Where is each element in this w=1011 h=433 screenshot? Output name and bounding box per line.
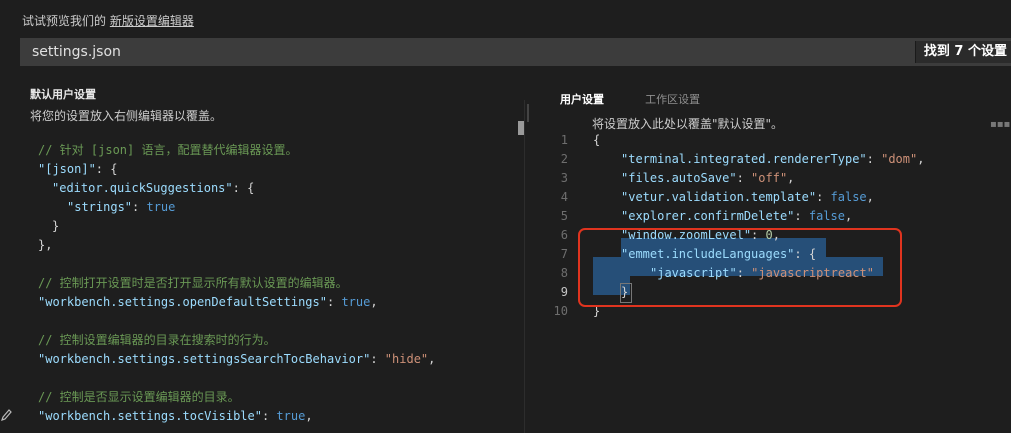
line-number: 9 (560, 285, 568, 299)
json-key: "files.autoSave" (621, 171, 737, 185)
json-punct: : { (232, 181, 255, 195)
json-value: false (830, 190, 867, 204)
code-line[interactable]: "strings": true (67, 198, 175, 217)
line-number: 3 (560, 171, 568, 185)
json-value: true (146, 200, 176, 214)
settings-tabs: 用户设置 工作区设置 (560, 88, 736, 107)
json-key: "[json]" (38, 162, 96, 176)
settings-search-bar: 找到 7 个设置 (20, 38, 1011, 66)
code-line[interactable]: "workbench.settings.settingsSearchTocBeh… (38, 350, 435, 369)
json-key: "editor.quickSuggestions" (52, 181, 233, 195)
json-punct: : (370, 352, 385, 366)
code-line[interactable]: "vetur.validation.template": false, (621, 188, 874, 207)
overflow-indicator: ▪▪▪ (990, 119, 1011, 130)
tab-user-settings[interactable]: 用户设置 (560, 91, 604, 107)
default-settings-description: 将您的设置放入右侧编辑器以覆盖。 (30, 109, 223, 123)
json-punct: : (261, 409, 277, 423)
line-number: 1 (560, 133, 568, 147)
code-comment: // 控制打开设置时是否打开显示所有默认设置的编辑器。 (38, 276, 348, 290)
tab-workspace-settings[interactable]: 工作区设置 (645, 91, 700, 107)
json-punct: : { (95, 162, 118, 176)
json-punct: : (816, 190, 831, 204)
json-punct: , (917, 152, 925, 166)
line-number: 5 (560, 209, 568, 223)
json-key: "workbench.settings.tocVisible" (38, 409, 262, 423)
json-punct: : (132, 200, 147, 214)
json-value: "hide" (384, 352, 429, 366)
json-punct: : (866, 152, 882, 166)
json-key: "strings" (67, 200, 133, 214)
preview-notice: 试试预览我们的 新版设置编辑器 (22, 12, 194, 29)
json-key: "explorer.confirmDelete" (621, 209, 795, 223)
code-comment: // 控制是否显示设置编辑器的目录。 (38, 390, 240, 404)
notice-text: 试试预览我们的 (22, 14, 107, 28)
json-punct: , (428, 352, 436, 366)
code-line[interactable]: "workbench.settings.openDefaultSettings"… (38, 293, 378, 312)
line-number: 4 (560, 190, 568, 204)
search-result-count: 找到 7 个设置 (914, 41, 1011, 63)
json-punct: : (736, 171, 752, 185)
pane-divider (524, 100, 525, 433)
new-settings-editor-link[interactable]: 新版设置编辑器 (110, 14, 194, 28)
json-key: "terminal.integrated.rendererType" (621, 152, 867, 166)
json-value: false (808, 209, 845, 223)
code-brace: } (52, 219, 60, 233)
json-punct: , (370, 295, 378, 309)
json-punct: , (844, 209, 853, 223)
json-punct: , (787, 171, 795, 185)
code-comment: // 控制设置编辑器的目录在搜索时的行为。 (38, 333, 276, 347)
line-number: 6 (560, 228, 568, 242)
json-value: "dom" (881, 152, 918, 166)
pencil-icon[interactable] (0, 408, 12, 422)
code-line[interactable]: "editor.quickSuggestions": { (52, 179, 254, 198)
settings-search-input[interactable] (20, 38, 900, 66)
json-value: true (341, 295, 371, 309)
user-settings-description: 将设置放入此处以覆盖"默认设置"。 (592, 117, 784, 131)
json-key: "workbench.settings.settingsSearchTocBeh… (38, 352, 371, 366)
json-value: true (276, 409, 306, 423)
code-line[interactable]: "explorer.confirmDelete": false, (621, 207, 852, 226)
code-line[interactable]: "terminal.integrated.rendererType": "dom… (621, 150, 924, 169)
pane-sash[interactable] (527, 104, 529, 122)
code-line[interactable]: "workbench.settings.tocVisible": true, (38, 407, 313, 426)
code-brace: }, (38, 238, 53, 252)
code-line[interactable]: "files.autoSave": "off", (621, 169, 794, 188)
default-settings-title: 默认用户设置 (30, 88, 96, 101)
json-punct: , (305, 409, 313, 423)
highlight-annotation-box (578, 228, 902, 307)
json-key: "vetur.validation.template" (621, 190, 817, 204)
line-number: 7 (560, 247, 568, 261)
json-value: "off" (751, 171, 788, 185)
code-brace: { (593, 133, 601, 147)
default-settings-pane: 默认用户设置 将您的设置放入右侧编辑器以覆盖。 // 针对 [json] 语言，… (0, 66, 514, 433)
code-comment: // 针对 [json] 语言，配置替代编辑器设置。 (38, 143, 298, 157)
line-number: 8 (560, 266, 568, 280)
json-key: "workbench.settings.openDefaultSettings" (38, 295, 327, 309)
line-number: 10 (553, 304, 568, 318)
code-line[interactable]: "[json]": { (38, 160, 117, 179)
json-punct: : (326, 295, 342, 309)
line-number: 2 (560, 152, 568, 166)
json-punct: , (866, 190, 874, 204)
json-punct: : (794, 209, 809, 223)
